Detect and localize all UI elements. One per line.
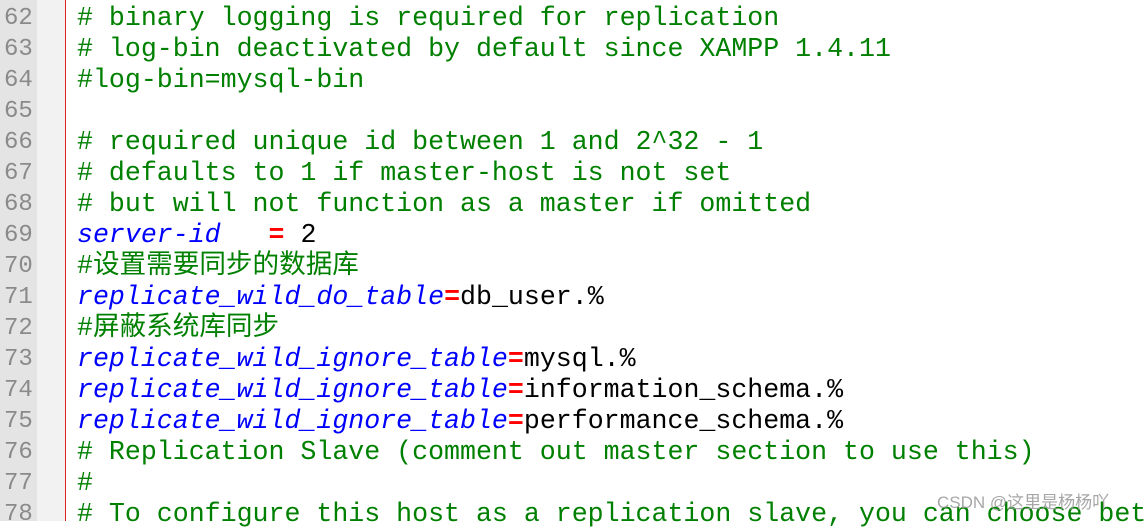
watermark: CSDN @这里是杨杨吖 xyxy=(937,493,1110,512)
line-code: # binary logging is required for replica… xyxy=(77,3,779,34)
line-number: 71 xyxy=(4,284,33,311)
line-number: 76 xyxy=(4,439,33,466)
keyword-token: replicate_wild_ignore_table xyxy=(77,406,508,436)
operator-token: = xyxy=(507,406,524,436)
code-line[interactable]: 70 #设置需要同步的数据库 xyxy=(0,251,1144,282)
line-number: 77 xyxy=(4,470,33,497)
line-number: 66 xyxy=(4,129,33,156)
keyword-token: server-id xyxy=(77,220,221,250)
code-line[interactable]: 67 # defaults to 1 if master-host is not … xyxy=(0,158,1144,189)
line-code: #设置需要同步的数据库 xyxy=(77,251,359,282)
line-code: # Replication Slave (comment out master … xyxy=(77,437,1035,468)
line-number: 78 xyxy=(4,501,33,528)
keyword-token: replicate_wild_ignore_table xyxy=(77,375,508,405)
code-editor[interactable]: 62 # binary logging is required for repli… xyxy=(0,0,1144,529)
value-token: 2 xyxy=(284,220,317,250)
line-code: #屏蔽系统库同步 xyxy=(77,313,279,344)
value-token xyxy=(221,220,269,250)
code-line[interactable]: 64 #log-bin=mysql-bin xyxy=(0,65,1144,96)
line-code: replicate_wild_ignore_table=information_… xyxy=(77,375,843,406)
line-number: 70 xyxy=(4,253,33,280)
line-number: 65 xyxy=(4,98,33,125)
code-line[interactable]: 63 # log-bin deactivated by default since… xyxy=(0,34,1144,65)
code-line[interactable]: 73 replicate_wild_ignore_table=mysql.% xyxy=(0,344,1144,375)
code-line[interactable]: 76 # Replication Slave (comment out maste… xyxy=(0,437,1144,468)
comment-token: # binary logging is required for replica… xyxy=(77,3,780,33)
line-number: 62 xyxy=(4,5,33,32)
operator-token: = xyxy=(268,220,285,250)
line-code: replicate_wild_ignore_table=performance_… xyxy=(77,406,843,437)
line-number: 64 xyxy=(4,67,33,94)
comment-token: # defaults to 1 if master-host is not se… xyxy=(77,158,732,188)
line-number: 75 xyxy=(4,408,33,435)
operator-token: = xyxy=(507,344,524,374)
code-line[interactable]: 74 replicate_wild_ignore_table=informatio… xyxy=(0,375,1144,406)
operator-token: = xyxy=(444,282,461,312)
code-line[interactable]: 75 replicate_wild_ignore_table=performanc… xyxy=(0,406,1144,437)
comment-token: # but will not function as a master if o… xyxy=(77,189,812,219)
code-line[interactable]: 65 xyxy=(0,96,1144,127)
line-number: 69 xyxy=(4,222,33,249)
keyword-token: replicate_wild_ignore_table xyxy=(77,344,508,374)
line-code: replicate_wild_ignore_table=mysql.% xyxy=(77,344,636,375)
line-code: server-id = 2 xyxy=(77,220,316,251)
comment-token: # xyxy=(77,468,93,498)
line-number: 68 xyxy=(4,191,33,218)
comment-token: # Replication Slave (comment out master … xyxy=(77,437,1035,467)
value-token: mysql.% xyxy=(523,344,636,374)
line-code: # defaults to 1 if master-host is not se… xyxy=(77,158,731,189)
comment-token: # log-bin deactivated by default since X… xyxy=(77,34,891,64)
code-line[interactable]: 62 # binary logging is required for repli… xyxy=(0,3,1144,34)
line-number: 67 xyxy=(4,160,33,187)
code-line[interactable]: 66 # required unique id between 1 and 2^3… xyxy=(0,127,1144,158)
keyword-token: replicate_wild_do_table xyxy=(77,282,445,312)
comment-token: # required unique id between 1 and 2^32 … xyxy=(77,127,764,157)
line-code: replicate_wild_do_table=db_user.% xyxy=(77,282,604,313)
code-line[interactable]: 69 server-id = 2 xyxy=(0,220,1144,251)
comment-token: #屏蔽系统库同步 xyxy=(77,313,280,343)
line-code: # log-bin deactivated by default since X… xyxy=(77,34,891,65)
line-code: #log-bin=mysql-bin xyxy=(77,65,364,96)
line-code: # required unique id between 1 and 2^32 … xyxy=(77,127,763,158)
comment-token: #log-bin=mysql-bin xyxy=(77,65,365,95)
comment-token: #设置需要同步的数据库 xyxy=(77,251,359,281)
value-token: db_user.% xyxy=(460,282,604,312)
value-token: performance_schema.% xyxy=(523,406,844,436)
line-code: # xyxy=(77,468,93,499)
code-line[interactable]: 68 # but will not function as a master if… xyxy=(0,189,1144,220)
line-number: 63 xyxy=(4,36,33,63)
line-code: # but will not function as a master if o… xyxy=(77,189,811,220)
line-number: 74 xyxy=(4,377,33,404)
line-number: 73 xyxy=(4,346,33,373)
value-token: information_schema.% xyxy=(523,375,844,405)
line-number: 72 xyxy=(4,315,33,342)
operator-token: = xyxy=(507,375,524,405)
code-line[interactable]: 71 replicate_wild_do_table=db_user.% xyxy=(0,282,1144,313)
code-line[interactable]: 72 #屏蔽系统库同步 xyxy=(0,313,1144,344)
